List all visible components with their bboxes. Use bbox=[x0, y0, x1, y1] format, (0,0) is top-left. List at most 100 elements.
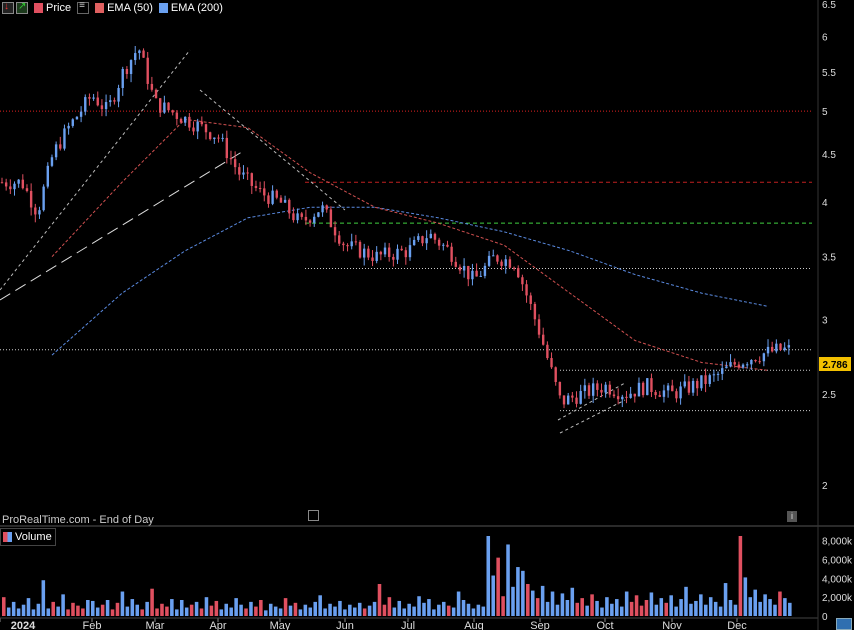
time-tick-label: 2024 bbox=[11, 620, 36, 630]
candle-body bbox=[537, 319, 541, 335]
volume-bar bbox=[219, 609, 224, 616]
candle-body bbox=[779, 343, 782, 351]
volume-bar bbox=[783, 598, 787, 616]
candle-body bbox=[229, 158, 233, 160]
volume-bar bbox=[160, 603, 164, 616]
scroll-right-button[interactable] bbox=[836, 618, 852, 630]
volume-bar bbox=[81, 608, 85, 616]
last-price-marker: 2.786 bbox=[819, 357, 851, 371]
candle-body bbox=[96, 97, 99, 106]
volume-bar bbox=[6, 607, 11, 616]
time-tick-label: Apr bbox=[209, 620, 226, 630]
volume-tick-label: 4,000k bbox=[822, 574, 853, 585]
volume-bar bbox=[778, 591, 782, 616]
volume-bar bbox=[11, 601, 16, 616]
candle-body bbox=[467, 265, 470, 280]
volume-bar bbox=[209, 605, 214, 616]
candle-body bbox=[292, 213, 295, 221]
ema200-swatch bbox=[158, 3, 168, 13]
volume-bar bbox=[738, 536, 743, 616]
candle-body bbox=[650, 378, 653, 393]
volume-bar bbox=[338, 600, 342, 616]
candle-body bbox=[375, 251, 378, 261]
volume-bar bbox=[66, 609, 70, 616]
candle-body bbox=[400, 248, 403, 251]
candle-body bbox=[171, 110, 174, 113]
candle-body bbox=[700, 375, 703, 389]
volume-bar bbox=[268, 603, 273, 616]
candle-body bbox=[75, 116, 79, 120]
volume-bar bbox=[753, 589, 757, 616]
candle-body bbox=[179, 118, 183, 123]
volume-bar bbox=[90, 600, 95, 616]
volume-bar bbox=[397, 600, 402, 616]
candle-body bbox=[571, 395, 574, 398]
candle-body bbox=[71, 119, 74, 126]
candle-body bbox=[329, 209, 333, 228]
volume-bar bbox=[407, 603, 411, 616]
candle-body bbox=[271, 190, 274, 204]
volume-bar bbox=[694, 600, 698, 616]
volume-bar bbox=[446, 605, 451, 616]
volume-bar bbox=[476, 604, 481, 616]
volume-bar bbox=[110, 609, 115, 616]
candle-body bbox=[596, 383, 599, 390]
ema50-label[interactable]: EMA (50) bbox=[107, 2, 153, 14]
candle-body bbox=[529, 295, 532, 304]
candle-body bbox=[325, 205, 328, 210]
volume-bar bbox=[565, 600, 570, 616]
candle-body bbox=[200, 121, 204, 125]
candle-body bbox=[233, 159, 237, 168]
calendar-icon[interactable] bbox=[308, 510, 319, 521]
close-panel-icon[interactable]: ↓ bbox=[2, 1, 14, 14]
candle-body bbox=[387, 247, 391, 257]
volume-bar bbox=[624, 591, 629, 616]
volume-bar bbox=[51, 601, 55, 616]
candle-body bbox=[462, 265, 466, 271]
candle-body bbox=[383, 247, 387, 255]
candle-body bbox=[591, 383, 595, 396]
price-label[interactable]: Price bbox=[46, 2, 71, 14]
ema200-label[interactable]: EMA (200) bbox=[171, 2, 223, 14]
last-price-label: 2.786 bbox=[822, 360, 847, 371]
price-tick-label: 4.5 bbox=[822, 150, 836, 161]
volume-bar bbox=[461, 600, 466, 616]
volume-bar bbox=[491, 575, 495, 616]
volume-tick-label: 8,000k bbox=[822, 537, 853, 548]
candle-body bbox=[146, 57, 149, 84]
candle-body bbox=[750, 359, 753, 365]
candle-body bbox=[34, 207, 37, 215]
volume-bar bbox=[125, 606, 130, 616]
volume-bar bbox=[743, 577, 748, 616]
volume-bar bbox=[560, 593, 565, 616]
volume-bar bbox=[95, 607, 100, 616]
volume-bar bbox=[555, 604, 560, 616]
volume-bar bbox=[437, 604, 441, 616]
volume-bar bbox=[130, 599, 135, 616]
volume-legend: Volume bbox=[0, 528, 56, 546]
price-tick-label: 5.5 bbox=[822, 68, 836, 79]
time-tick-label: Nov bbox=[662, 620, 682, 630]
price-swatch bbox=[34, 3, 43, 13]
candle-body bbox=[550, 358, 553, 368]
info-icon[interactable]: i bbox=[787, 511, 797, 522]
volume-bar bbox=[605, 597, 609, 616]
price-chart[interactable]: 6.5 6 5.5 5 4.5 4 3.5 3 2.5 2 8,000k 6,000k 4,000k 2… bbox=[0, 0, 854, 630]
time-tick-label: Dec bbox=[727, 620, 747, 630]
candle-body bbox=[404, 250, 408, 258]
volume-bar bbox=[303, 604, 308, 616]
volume-label[interactable]: Volume bbox=[15, 531, 52, 543]
candle-body bbox=[770, 346, 774, 352]
candle-body bbox=[583, 385, 587, 391]
candle-body bbox=[646, 378, 649, 396]
candle-body bbox=[358, 241, 362, 258]
candle-body bbox=[604, 384, 607, 393]
volume-bar bbox=[412, 606, 416, 616]
settings-list-icon[interactable]: ≡ bbox=[77, 0, 90, 14]
volume-bar bbox=[308, 607, 313, 616]
volume-bar bbox=[318, 595, 322, 616]
price-tick-label: 3.5 bbox=[822, 253, 836, 264]
volume-bar bbox=[471, 608, 476, 616]
expand-panel-icon[interactable]: ↗ bbox=[16, 1, 28, 14]
volume-bar bbox=[763, 594, 767, 616]
